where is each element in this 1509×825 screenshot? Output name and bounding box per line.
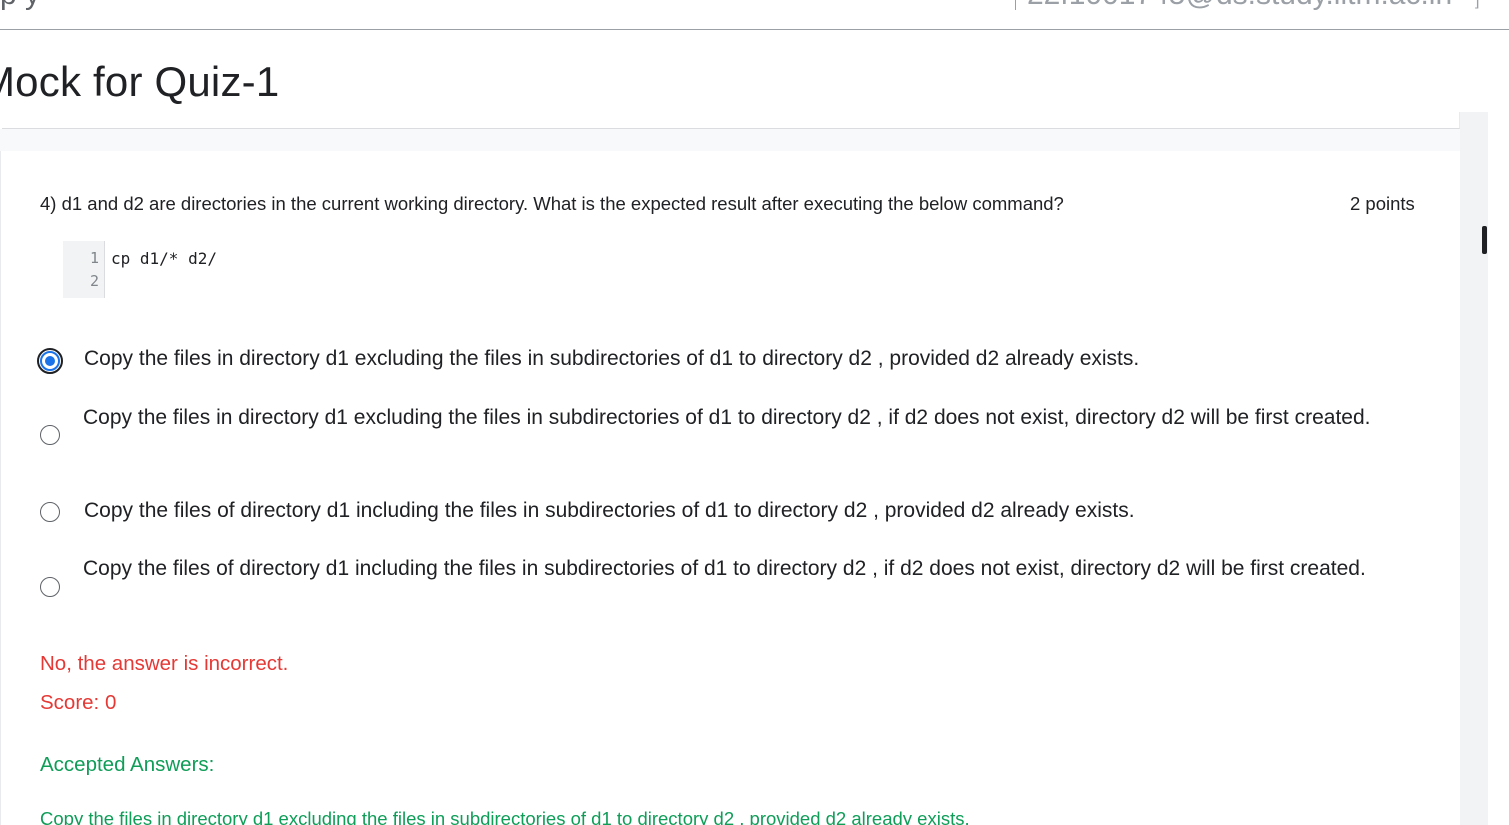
code-line-number: 1 — [89, 249, 99, 267]
score-text: Score: 0 — [40, 691, 117, 714]
user-email[interactable]: 22f1001745@ds.study.iitm.ac.in — [1027, 0, 1452, 12]
top-bar-bracket: ] — [1475, 0, 1480, 9]
radio-icon[interactable] — [40, 502, 60, 522]
answer-option-label: Copy the files in directory d1 excluding… — [84, 347, 1140, 370]
code-block: 1 2 cp d1/* d2/ — [63, 241, 263, 298]
page-title: Mock for Quiz-1 — [0, 58, 280, 105]
radio-selected-icon[interactable] — [37, 348, 63, 374]
top-bar: p y 22f1001745@ds.study.iitm.ac.in ] — [0, 0, 1509, 30]
feedback-incorrect: No, the answer is incorrect. — [40, 652, 289, 675]
radio-icon[interactable] — [40, 577, 60, 597]
code-line: cp d1/* d2/ — [111, 249, 217, 268]
question-points: 2 points — [1350, 193, 1415, 214]
code-gutter: 1 2 — [63, 241, 105, 298]
answer-option-2[interactable]: Copy the files in directory d1 excluding… — [40, 401, 1440, 469]
question-text: 4) d1 and d2 are directories in the curr… — [40, 193, 1064, 214]
card-gap — [0, 129, 1460, 151]
radio-icon[interactable] — [40, 425, 60, 445]
answer-option-1[interactable]: Copy the files in directory d1 excluding… — [37, 342, 1440, 378]
answer-option-label: Copy the files of directory d1 including… — [84, 499, 1135, 522]
title-card — [2, 112, 1460, 129]
answer-option-label: Copy the files in directory d1 excluding… — [83, 406, 1371, 429]
answer-option-label: Copy the files of directory d1 including… — [83, 557, 1366, 580]
accepted-answer-text: Copy the files in directory d1 excluding… — [40, 808, 970, 825]
answer-option-4[interactable]: Copy the files of directory d1 including… — [40, 552, 1440, 620]
accepted-answers-label: Accepted Answers: — [40, 753, 215, 776]
code-line-number: 2 — [89, 272, 99, 290]
top-bar-divider — [1015, 0, 1016, 10]
answer-option-3[interactable]: Copy the files of directory d1 including… — [40, 494, 1440, 530]
scrollbar-thumb[interactable] — [1482, 226, 1487, 254]
scrollbar-track[interactable] — [1460, 112, 1488, 825]
top-bar-partial-text: p y — [0, 0, 40, 12]
